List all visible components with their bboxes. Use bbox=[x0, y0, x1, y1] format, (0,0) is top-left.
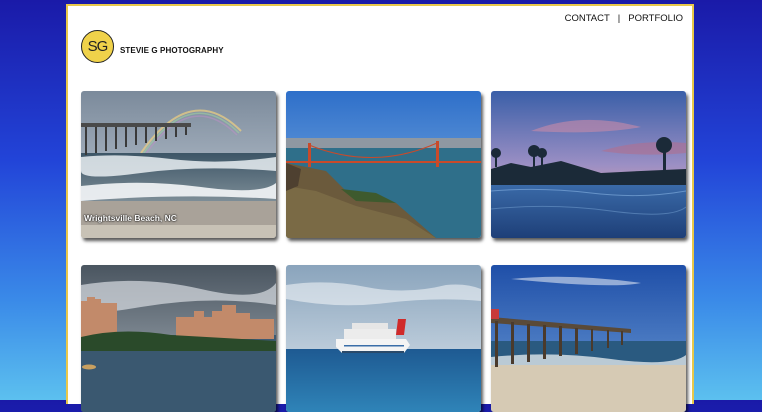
photo-cruise-ship bbox=[286, 265, 481, 412]
site-title[interactable]: STEVIE G PHOTOGRAPHY bbox=[120, 46, 224, 55]
nav-contact[interactable]: CONTACT bbox=[565, 13, 610, 24]
photo-sunset-lagoon bbox=[491, 91, 686, 238]
gallery-photo-6[interactable] bbox=[491, 265, 686, 412]
nav-portfolio[interactable]: PORTFOLIO bbox=[628, 13, 683, 24]
logo-initials: SG bbox=[87, 38, 109, 55]
gallery-photo-5[interactable] bbox=[286, 265, 481, 412]
photo-caption: Wrightsville Beach, NC bbox=[84, 213, 177, 223]
logo-badge[interactable]: SG bbox=[81, 30, 114, 63]
gallery-photo-2[interactable] bbox=[286, 91, 481, 238]
gallery-photo-4[interactable] bbox=[81, 265, 276, 412]
photo-beach-pier bbox=[491, 265, 686, 412]
photo-golden-gate bbox=[286, 91, 481, 238]
gallery-photo-3[interactable] bbox=[491, 91, 686, 238]
page-card: CONTACT | PORTFOLIO SG STEVIE G PHOTOGRA… bbox=[66, 4, 694, 412]
nav-separator: | bbox=[617, 13, 621, 24]
gallery-photo-1[interactable]: Wrightsville Beach, NC bbox=[81, 91, 276, 238]
photo-atlantis-resort bbox=[81, 265, 276, 412]
top-nav: CONTACT | PORTFOLIO bbox=[565, 13, 683, 24]
